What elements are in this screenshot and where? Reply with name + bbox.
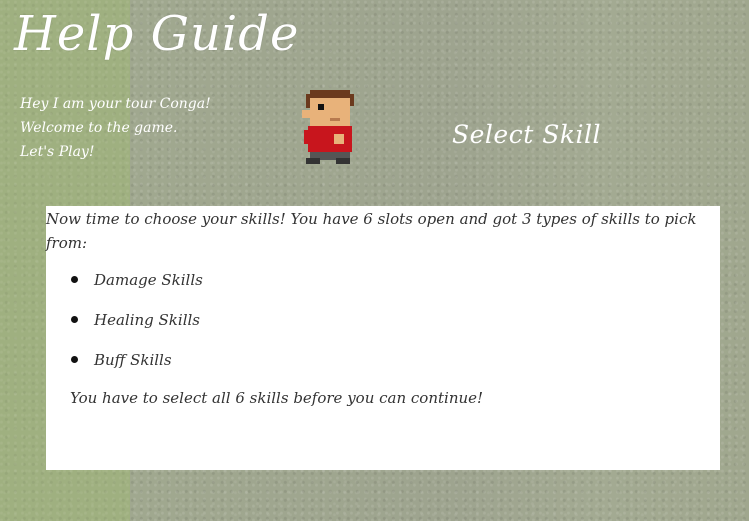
skill-label: Buff Skills (94, 351, 172, 369)
bullet-icon (71, 316, 78, 323)
help-panel: Now time to choose your skills! You have… (46, 206, 720, 470)
list-item: Buff Skills (46, 344, 203, 384)
list-item: Damage Skills (46, 264, 203, 304)
skill-label: Damage Skills (94, 271, 203, 289)
guide-intro-line: Hey I am your tour Conga! (20, 96, 211, 112)
page-title: Help Guide (14, 6, 300, 62)
guide-intro-line: Welcome to the game. (20, 120, 178, 136)
pixel-character-icon (302, 90, 354, 164)
skill-list: Damage Skills Healing Skills Buff Skills (46, 264, 203, 384)
list-item: Healing Skills (46, 304, 203, 344)
guide-intro-line: Let's Play! (20, 144, 95, 160)
skill-label: Healing Skills (94, 311, 200, 329)
panel-footer: You have to select all 6 skills before y… (70, 389, 484, 407)
panel-intro: Now time to choose your skills! You have… (46, 210, 697, 252)
bullet-icon (71, 276, 78, 283)
bullet-icon (71, 356, 78, 363)
guide-intro: Hey I am your tour Conga! Welcome to the… (20, 92, 211, 164)
section-title: Select Skill (452, 120, 601, 149)
